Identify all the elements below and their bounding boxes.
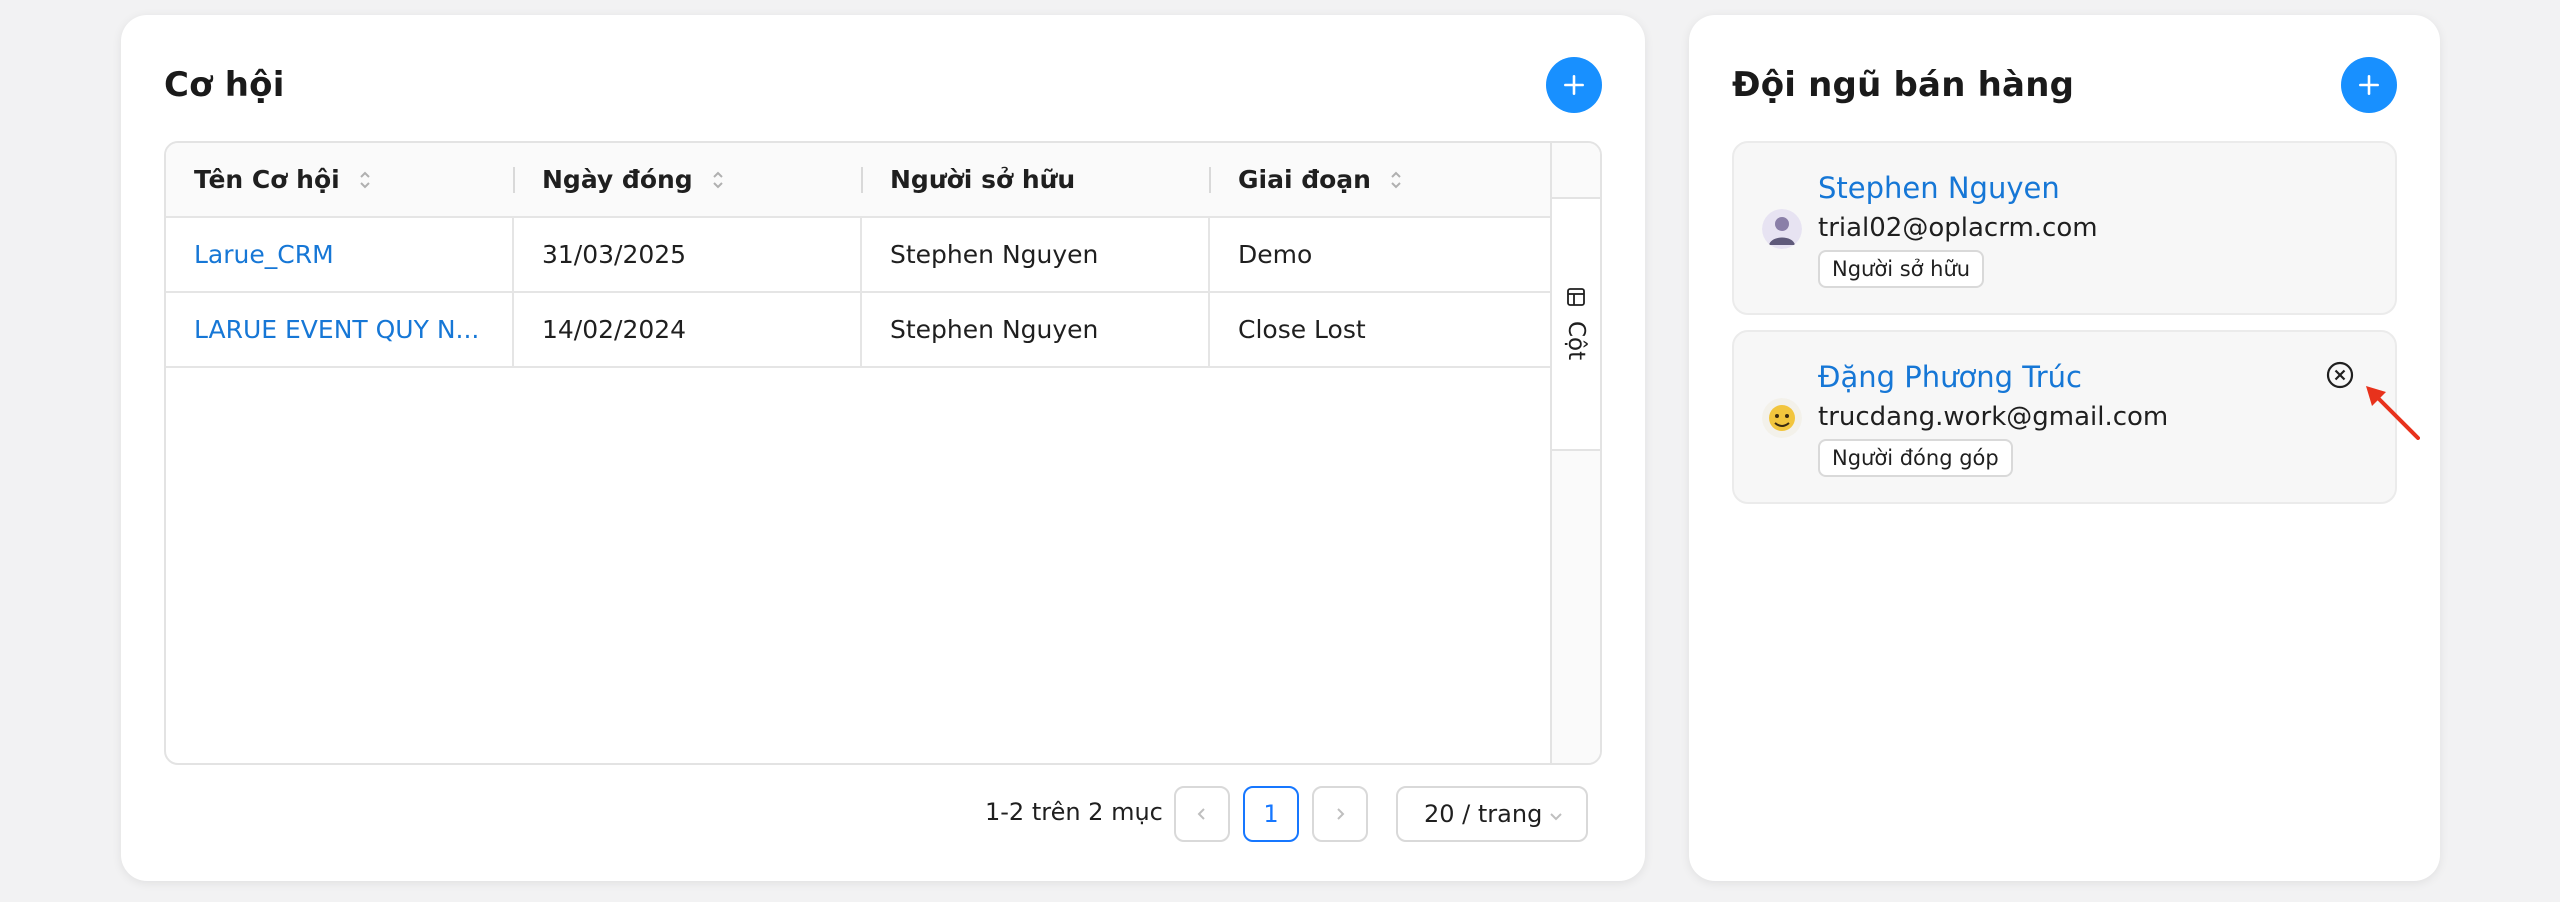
column-settings-label: Cột	[1563, 321, 1589, 361]
team-member-card: Đặng Phương Trúc trucdang.work@gmail.com…	[1732, 330, 2397, 504]
column-header-stage[interactable]: Giai đoạn	[1210, 143, 1552, 216]
previous-page-button[interactable]	[1174, 786, 1230, 842]
member-role-tag: Người đóng góp	[1818, 439, 2013, 477]
team-member-card: Stephen Nguyen trial02@oplacrm.com Người…	[1732, 141, 2397, 315]
next-page-button[interactable]	[1312, 786, 1368, 842]
table-row[interactable]: Larue_CRM 31/03/2025 Stephen Nguyen Demo	[166, 218, 1552, 293]
table-header: Tên Cơ hội Ngày đóng Người sở hữu Giai đ…	[166, 143, 1552, 218]
chevron-down-icon	[1550, 813, 1562, 821]
plus-icon	[1564, 75, 1584, 95]
pagination-info: 1-2 trên 2 mục	[985, 798, 1163, 826]
stage-cell: Demo	[1238, 240, 1313, 269]
column-header-name[interactable]: Tên Cơ hội	[166, 143, 515, 216]
sort-icon[interactable]	[358, 169, 372, 191]
stage-cell: Close Lost	[1238, 315, 1366, 344]
column-header-close-date[interactable]: Ngày đóng	[514, 143, 863, 216]
sort-icon[interactable]	[711, 169, 725, 191]
chevron-left-icon	[1197, 808, 1205, 820]
member-name-link[interactable]: Đặng Phương Trúc	[1818, 360, 2082, 394]
remove-member-button[interactable]	[2325, 360, 2355, 390]
opportunities-title: Cơ hội	[164, 65, 285, 105]
page-button-1[interactable]: 1	[1243, 786, 1299, 842]
opportunities-card: Cơ hội Tên Cơ hội Ngày đóng Người sở hữu	[121, 15, 1645, 881]
column-settings-sidebar: Cột	[1550, 143, 1600, 763]
member-name-link[interactable]: Stephen Nguyen	[1818, 171, 2060, 205]
sales-team-title: Đội ngũ bán hàng	[1732, 65, 2075, 105]
owner-cell: Stephen Nguyen	[862, 293, 1210, 366]
avatar	[1762, 398, 1802, 438]
member-email: trial02@oplacrm.com	[1818, 213, 2098, 243]
plus-icon	[2359, 75, 2379, 95]
member-role-tag: Người sở hữu	[1818, 250, 1985, 288]
sort-icon[interactable]	[1389, 169, 1403, 191]
add-team-member-button[interactable]	[2341, 57, 2397, 113]
table-icon	[1567, 288, 1585, 307]
add-opportunity-button[interactable]	[1546, 57, 1602, 113]
annotation-arrow-icon	[2366, 386, 2420, 440]
owner-cell: Stephen Nguyen	[862, 218, 1210, 291]
column-settings-button[interactable]: Cột	[1552, 199, 1600, 451]
opportunity-link[interactable]: Larue_CRM	[194, 240, 334, 269]
chevron-right-icon	[1337, 808, 1345, 820]
table-row[interactable]: LARUE EVENT QUY N... 14/02/2024 Stephen …	[166, 293, 1552, 368]
avatar	[1762, 209, 1802, 249]
sales-team-card: Đội ngũ bán hàng Stephen Nguyen trial02@…	[1689, 15, 2440, 881]
opportunity-link[interactable]: LARUE EVENT QUY N...	[194, 315, 479, 344]
close-circle-icon	[2326, 361, 2354, 389]
close-date-cell: 31/03/2025	[514, 218, 862, 291]
page-size-select[interactable]: 20 / trang	[1396, 786, 1588, 842]
opportunities-table: Tên Cơ hội Ngày đóng Người sở hữu Giai đ…	[164, 141, 1602, 765]
column-header-owner[interactable]: Người sở hữu	[862, 143, 1211, 216]
member-email: trucdang.work@gmail.com	[1818, 402, 2169, 432]
close-date-cell: 14/02/2024	[514, 293, 862, 366]
